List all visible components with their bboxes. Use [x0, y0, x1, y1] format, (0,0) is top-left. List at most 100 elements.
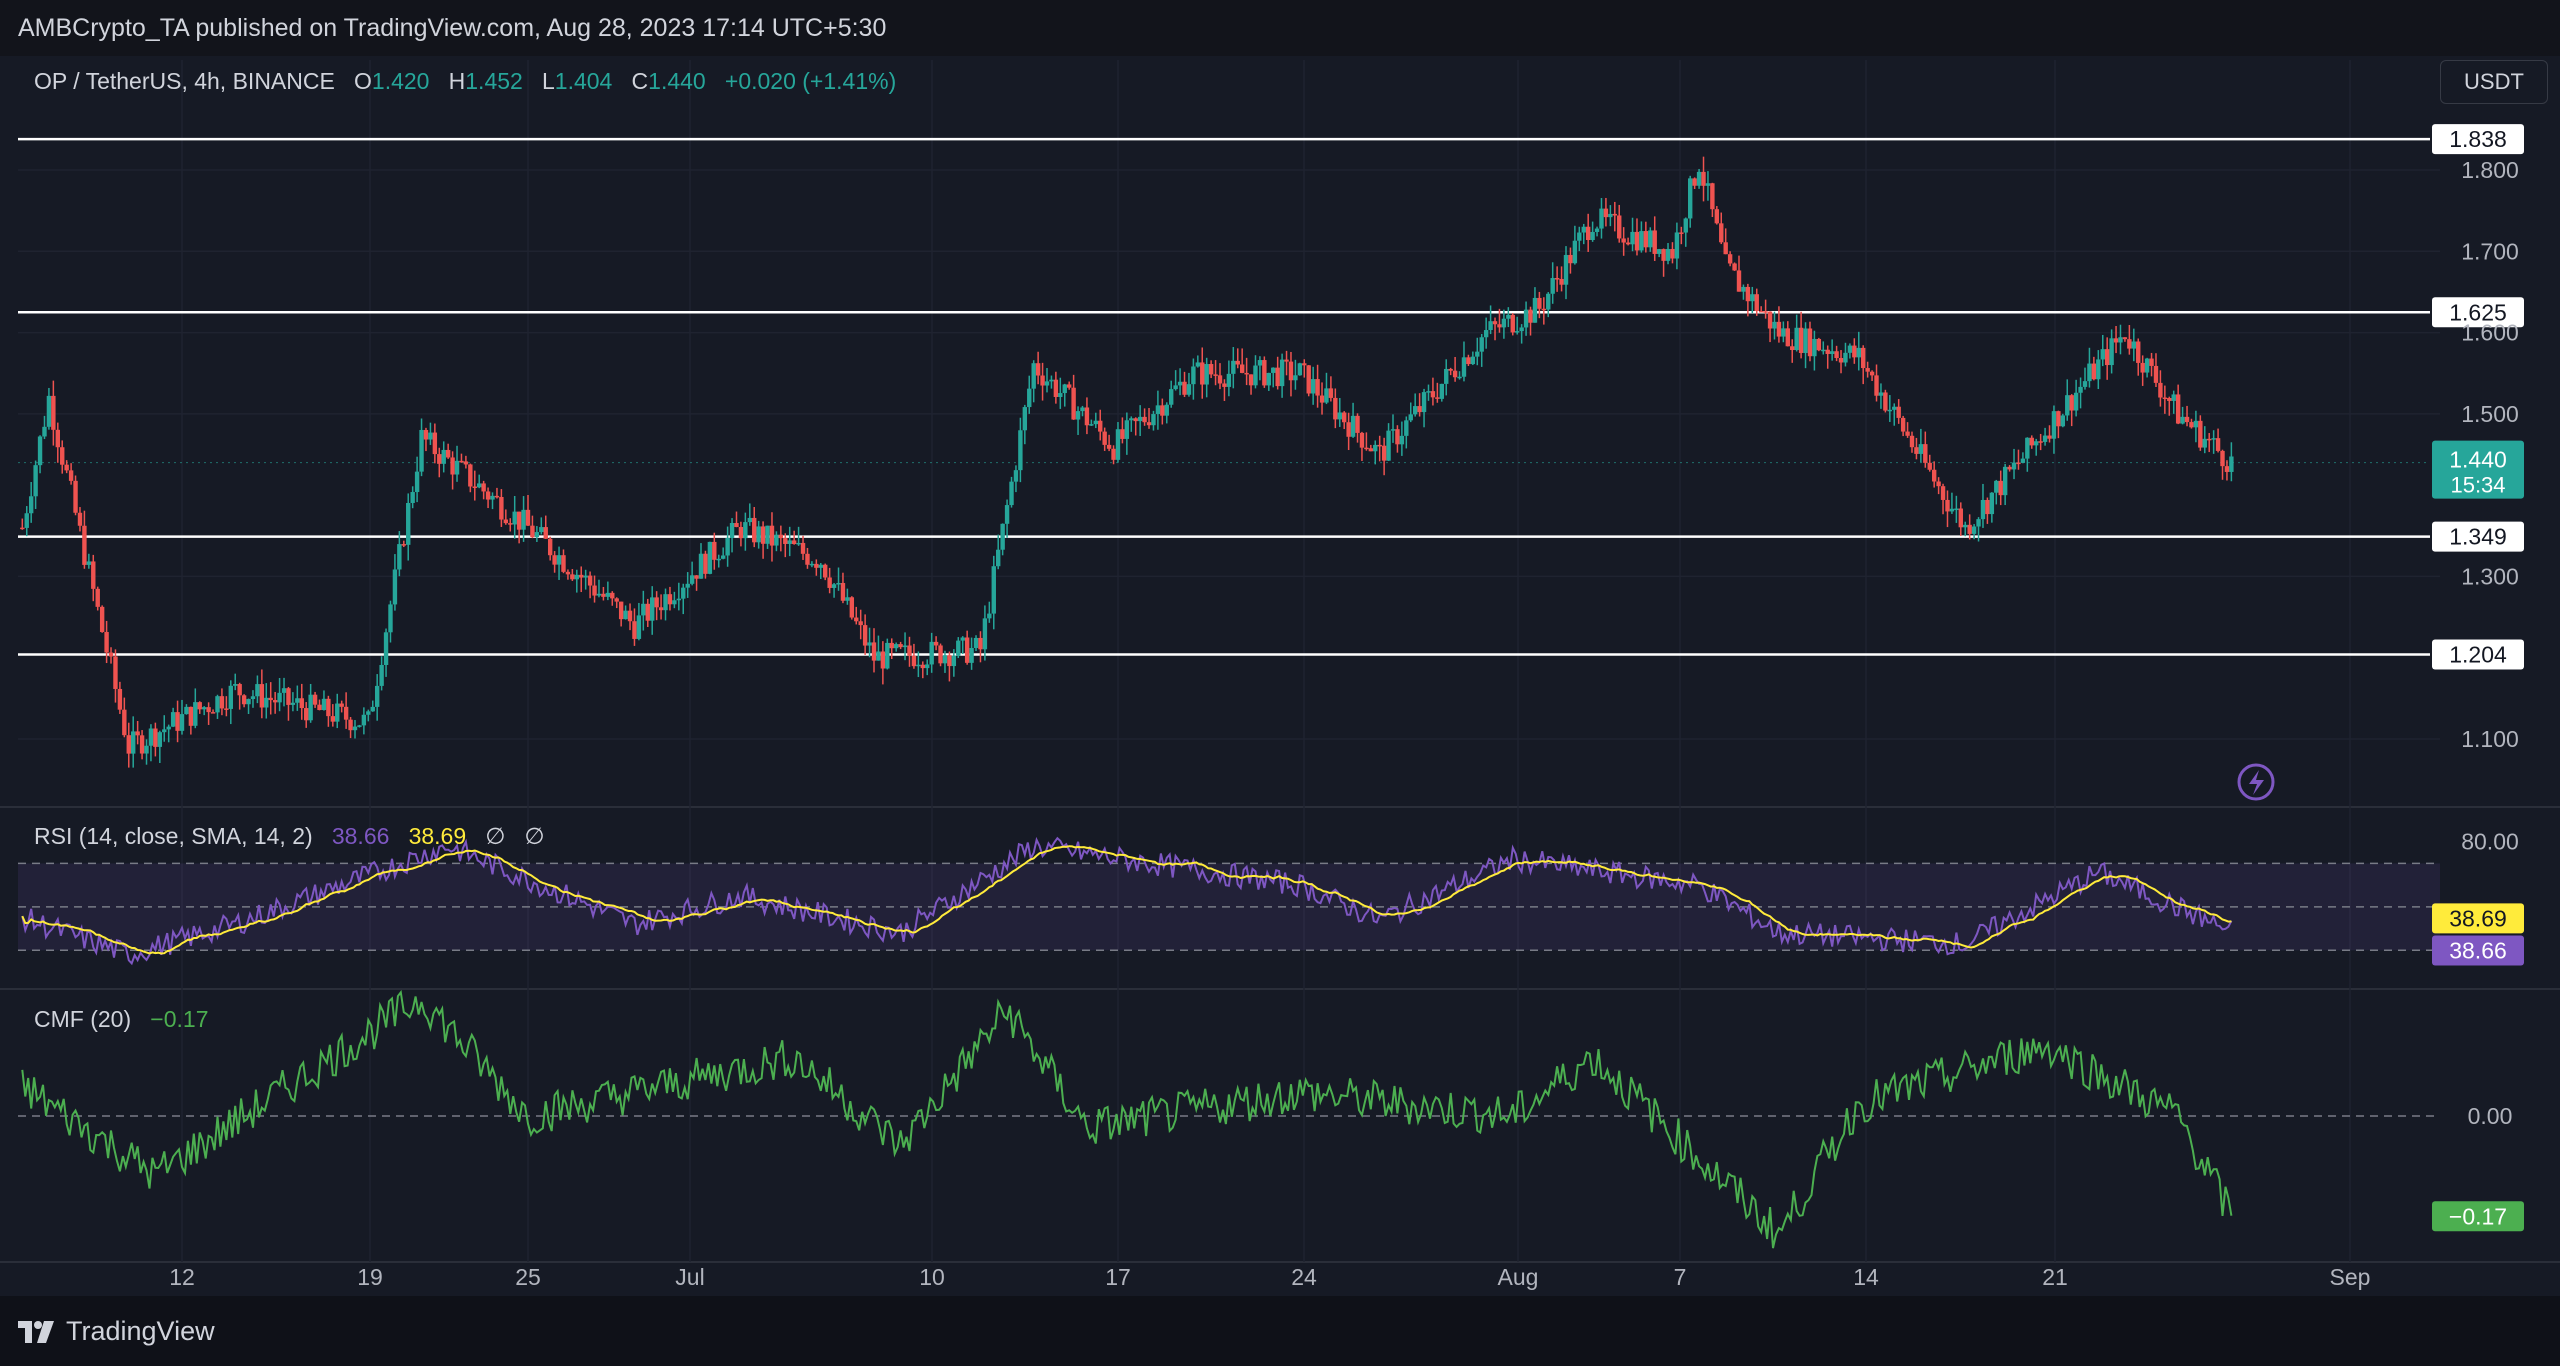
candle-body	[1532, 297, 1538, 323]
candle-body	[716, 558, 721, 561]
candle-body	[1940, 486, 1946, 500]
candle-body	[1696, 171, 1702, 186]
candle-body	[556, 555, 562, 565]
candle-body	[1590, 231, 1595, 240]
candle-body	[1084, 407, 1090, 426]
candle-body	[1807, 328, 1813, 357]
candle-body	[335, 703, 340, 722]
candle-body	[33, 465, 38, 497]
candle-body	[170, 712, 176, 727]
candle-body	[1661, 249, 1666, 261]
candle-body	[871, 642, 877, 661]
cmf-line	[21, 989, 2233, 1249]
open-label: O	[354, 68, 372, 94]
candle-body	[437, 454, 442, 464]
candle-body	[663, 594, 668, 611]
candle-body	[707, 541, 713, 574]
candle-body	[1337, 412, 1342, 420]
candle-body	[676, 598, 682, 601]
candle-body	[246, 699, 251, 705]
candle-body	[725, 538, 730, 556]
candle-body	[1333, 397, 1338, 420]
candle-body	[1905, 431, 1910, 436]
symbol-info[interactable]: OP / TetherUS, 4h, BINANCE	[34, 68, 335, 94]
candle-body	[60, 447, 65, 465]
candle-body	[2211, 438, 2216, 440]
candle-body	[104, 632, 109, 653]
candle-body	[175, 712, 180, 731]
cmf-title[interactable]: CMF (20)	[34, 1006, 131, 1032]
candle-body	[1173, 385, 1178, 390]
candle-body	[1976, 519, 1981, 527]
candle-body	[1883, 392, 1888, 411]
candle-body	[618, 601, 624, 620]
candle-body	[1825, 349, 1830, 354]
candle-body	[818, 564, 823, 568]
candle-body	[1435, 397, 1440, 399]
candle-body	[304, 708, 309, 721]
candle-body	[1115, 429, 1121, 460]
x-tick-label: Sep	[2330, 1264, 2371, 1290]
candle-body	[1878, 392, 1884, 396]
candle-body	[849, 597, 855, 618]
candle-body	[1266, 372, 1271, 386]
candle-body	[920, 664, 925, 669]
candle-body	[490, 495, 495, 500]
candle-body	[1914, 447, 1919, 454]
rsi-pane: 38.69 38.66	[18, 836, 2524, 966]
candle-body	[1342, 412, 1347, 423]
candle-body	[1554, 278, 1560, 280]
candle-body	[2060, 415, 2066, 427]
tradingview-logo[interactable]: TradingView	[18, 1316, 215, 1347]
candle-body	[845, 597, 850, 601]
candle-body	[996, 549, 1001, 567]
candle-body	[1186, 384, 1192, 395]
candle-body	[610, 592, 615, 599]
candle-body	[1856, 347, 1861, 358]
null-icon: ∅	[485, 823, 506, 849]
candle-body	[366, 711, 371, 715]
candle-body	[1741, 286, 1746, 292]
rsi-title[interactable]: RSI (14, close, SMA, 14, 2)	[34, 823, 313, 849]
candle-body	[1816, 338, 1822, 351]
candle-body	[135, 731, 140, 736]
candle-body	[1297, 363, 1303, 376]
candle-body	[1035, 363, 1041, 376]
candle-body	[281, 688, 287, 693]
x-tick-label: 12	[169, 1264, 195, 1290]
candle-body	[1368, 448, 1374, 452]
candle-body	[650, 597, 655, 621]
candle-body	[255, 684, 260, 697]
candle-body	[1648, 230, 1653, 248]
candle-body	[392, 569, 398, 605]
candle-body	[1781, 328, 1786, 337]
candle-body	[1239, 364, 1245, 373]
candle-body	[1506, 314, 1511, 319]
candle-body	[210, 712, 216, 714]
candle-body	[459, 460, 464, 463]
candle-body	[2011, 462, 2017, 470]
candle-body	[477, 483, 482, 488]
candle-body	[1457, 376, 1462, 379]
y-tick-label: 1.600	[2461, 320, 2519, 346]
candle-body	[1719, 223, 1724, 243]
candle-body	[1688, 178, 1693, 219]
lightning-icon[interactable]	[2237, 763, 2275, 801]
candle-body	[596, 593, 602, 596]
rsi-sma-value: 38.69	[408, 823, 467, 849]
cmf-value: −0.17	[150, 1006, 209, 1032]
candle-body	[862, 625, 868, 646]
candle-body	[2198, 420, 2203, 448]
candle-body	[1998, 480, 2003, 496]
candle-body	[543, 527, 548, 539]
candle-body	[2207, 438, 2212, 441]
chart-canvas[interactable]: 1.8381.6251.3491.2041.44015:34 38.6938.6…	[0, 0, 2560, 1296]
candle-body	[1754, 294, 1759, 311]
currency-button[interactable]: USDT	[2440, 60, 2548, 104]
candle-body	[1040, 375, 1045, 386]
candle-body	[960, 637, 965, 641]
candle-body	[1803, 328, 1808, 353]
candle-body	[987, 613, 992, 619]
candle-body	[1129, 418, 1134, 421]
candle-body	[1399, 435, 1405, 445]
